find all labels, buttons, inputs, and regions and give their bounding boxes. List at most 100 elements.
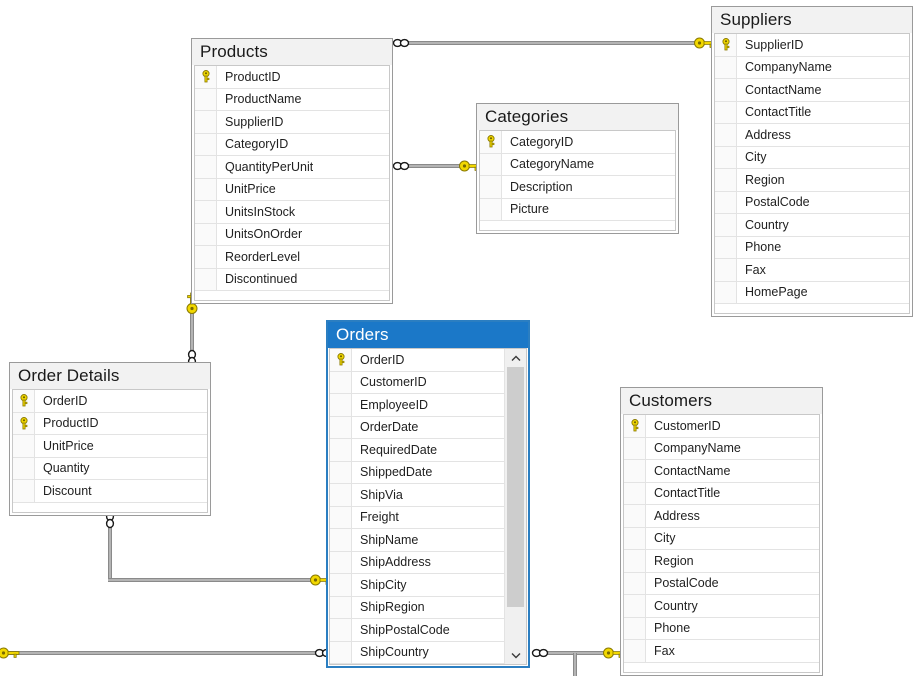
table-row[interactable]: ShipVia <box>330 484 526 507</box>
table-row[interactable]: Fax <box>715 259 909 282</box>
table-order-details[interactable]: Order Details OrderID ProductID UnitPrice Qu… <box>9 362 211 516</box>
table-row[interactable]: Freight <box>330 506 526 529</box>
field-name: ContactName <box>745 82 822 97</box>
table-header[interactable]: Products <box>192 39 392 65</box>
table-row[interactable]: ProductName <box>195 88 389 111</box>
table-row[interactable]: EmployeeID <box>330 394 526 417</box>
table-row[interactable]: ProductID <box>13 412 207 435</box>
table-row[interactable]: SupplierID <box>715 34 909 57</box>
table-row[interactable]: Quantity <box>13 457 207 480</box>
table-row[interactable]: Address <box>624 505 819 528</box>
field-name: ShipPostalCode <box>360 622 450 637</box>
key-cell-empty <box>624 527 646 549</box>
primary-key-icon <box>480 131 502 153</box>
table-row[interactable]: Discount <box>13 480 207 503</box>
table-row[interactable]: PostalCode <box>624 572 819 595</box>
table-field-list: OrderID CustomerID EmployeeID OrderDate Requ… <box>329 348 527 665</box>
field-name: ShippedDate <box>360 465 433 480</box>
table-row[interactable]: Phone <box>624 617 819 640</box>
key-cell-empty <box>715 191 737 213</box>
scrollbar-thumb[interactable] <box>507 367 524 607</box>
diagram-canvas[interactable]: Products ProductID ProductName SupplierID Ca… <box>0 0 923 676</box>
table-categories[interactable]: Categories CategoryID CategoryName Descript… <box>476 103 679 234</box>
field-name: ShipAddress <box>360 555 431 570</box>
scrollbar-track[interactable] <box>505 367 526 646</box>
table-row[interactable]: CompanyName <box>715 56 909 79</box>
field-name: CustomerID <box>360 375 427 390</box>
key-cell-empty <box>715 259 737 281</box>
table-row[interactable]: CompanyName <box>624 437 819 460</box>
table-row[interactable]: City <box>715 146 909 169</box>
table-row[interactable]: ProductID <box>195 66 389 89</box>
table-row[interactable]: Fax <box>624 640 819 663</box>
table-header[interactable]: Categories <box>477 104 678 130</box>
table-row[interactable]: Picture <box>480 198 675 221</box>
key-cell-empty <box>624 640 646 662</box>
table-vertical-scrollbar[interactable] <box>504 349 526 664</box>
table-row[interactable]: ShipAddress <box>330 551 526 574</box>
table-row[interactable]: ShippedDate <box>330 461 526 484</box>
table-row[interactable]: HomePage <box>715 281 909 304</box>
table-row[interactable]: Country <box>624 595 819 618</box>
table-header[interactable]: Order Details <box>10 363 210 389</box>
table-row[interactable]: City <box>624 527 819 550</box>
table-row[interactable]: Discontinued <box>195 268 389 291</box>
table-row[interactable]: Country <box>715 214 909 237</box>
primary-key-icon <box>624 415 646 437</box>
field-name: OrderDate <box>360 420 419 435</box>
table-header[interactable]: Suppliers <box>712 7 912 33</box>
key-cell-empty <box>330 439 352 461</box>
table-row[interactable]: PostalCode <box>715 191 909 214</box>
table-row[interactable]: ShipRegion <box>330 596 526 619</box>
table-row[interactable]: ShipPostalCode <box>330 619 526 642</box>
table-row[interactable]: OrderDate <box>330 416 526 439</box>
field-name: ContactName <box>654 463 731 478</box>
table-row[interactable]: UnitsOnOrder <box>195 223 389 246</box>
table-products[interactable]: Products ProductID ProductName SupplierID Ca… <box>191 38 393 304</box>
table-row[interactable]: Description <box>480 176 675 199</box>
relationship-line-orders-employees[interactable] <box>6 651 318 655</box>
table-row[interactable]: ContactTitle <box>624 482 819 505</box>
table-row[interactable]: QuantityPerUnit <box>195 156 389 179</box>
field-name: ProductID <box>43 416 99 431</box>
key-cell-empty <box>480 153 502 175</box>
scroll-up-icon[interactable] <box>505 349 526 367</box>
relationship-line-orderdetails-orders-v[interactable] <box>108 520 112 582</box>
table-row[interactable]: SupplierID <box>195 111 389 134</box>
table-row[interactable]: Region <box>715 169 909 192</box>
table-header[interactable]: Customers <box>621 388 822 414</box>
field-name: ShipCity <box>360 577 407 592</box>
table-row[interactable]: Phone <box>715 236 909 259</box>
table-row[interactable]: OrderID <box>13 390 207 413</box>
table-row[interactable]: ContactName <box>715 79 909 102</box>
table-row[interactable]: Region <box>624 550 819 573</box>
table-row[interactable]: ShipCountry <box>330 641 526 664</box>
relationship-line-branch-down[interactable] <box>573 653 577 676</box>
table-row[interactable]: ShipName <box>330 529 526 552</box>
table-row[interactable]: UnitPrice <box>195 178 389 201</box>
table-row[interactable]: CustomerID <box>330 371 526 394</box>
table-row[interactable]: ContactName <box>624 460 819 483</box>
table-row[interactable]: ShipCity <box>330 574 526 597</box>
table-row[interactable]: UnitPrice <box>13 435 207 458</box>
table-customers[interactable]: Customers CustomerID CompanyName ContactNam… <box>620 387 823 676</box>
table-suppliers[interactable]: Suppliers SupplierID CompanyName ContactNam… <box>711 6 913 317</box>
table-row[interactable]: Address <box>715 124 909 147</box>
table-header[interactable]: Orders <box>328 322 528 348</box>
scroll-down-icon[interactable] <box>505 646 526 664</box>
table-row[interactable]: RequiredDate <box>330 439 526 462</box>
key-cell-empty <box>624 437 646 459</box>
table-row[interactable]: ContactTitle <box>715 101 909 124</box>
relationship-line-products-suppliers[interactable] <box>398 41 698 45</box>
table-row[interactable]: CategoryID <box>480 131 675 154</box>
table-orders[interactable]: Orders OrderID CustomerID EmployeeID OrderDa… <box>326 320 530 668</box>
field-name: Fax <box>654 643 675 658</box>
table-row[interactable]: CategoryName <box>480 153 675 176</box>
table-row[interactable]: UnitsInStock <box>195 201 389 224</box>
table-row[interactable]: CategoryID <box>195 133 389 156</box>
table-row[interactable]: OrderID <box>330 349 526 372</box>
table-field-list: OrderID ProductID UnitPrice Quantity Discoun… <box>12 389 208 513</box>
table-row[interactable]: CustomerID <box>624 415 819 438</box>
table-row[interactable]: ReorderLevel <box>195 246 389 269</box>
relationship-line-orderdetails-orders-h[interactable] <box>108 578 316 582</box>
